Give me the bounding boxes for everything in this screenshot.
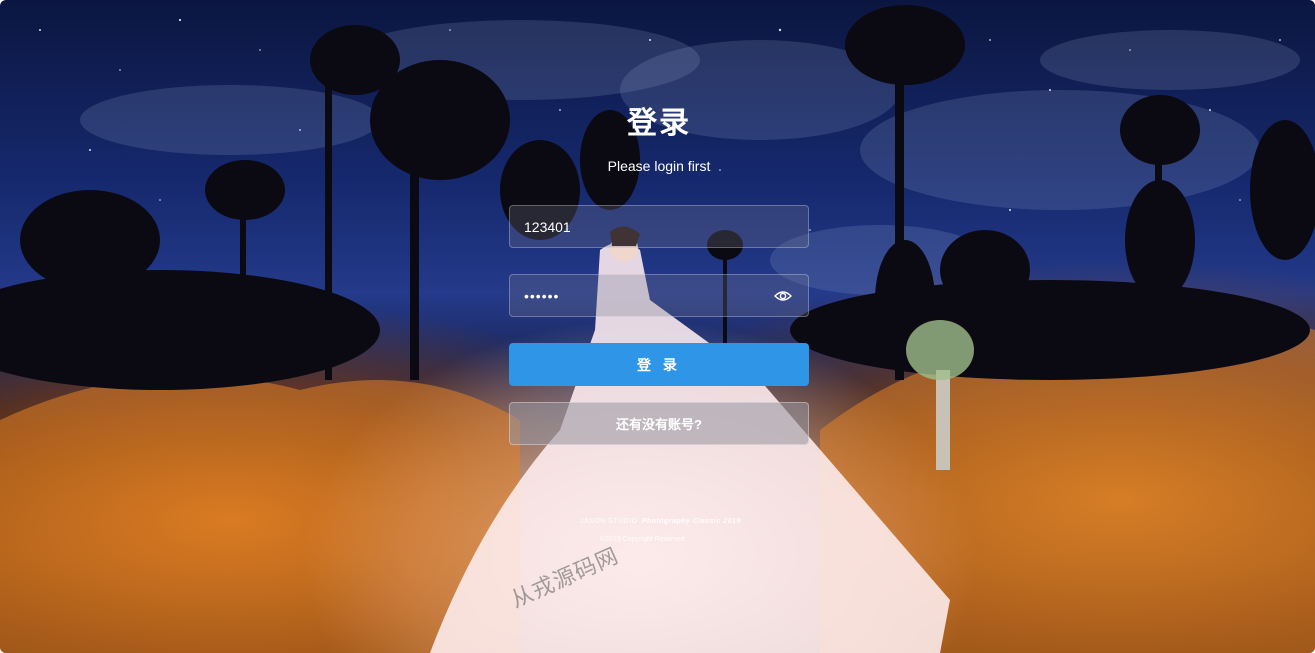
register-button[interactable]: 还有没有账号? <box>509 402 809 445</box>
page-title: 登录 <box>627 107 691 140</box>
password-input[interactable] <box>510 275 808 316</box>
login-panel: 登录 Please login first 登 录 还有没有账号? <box>509 100 809 445</box>
studio-suffix: Photography Classic 2019 <box>641 518 741 525</box>
studio-caption: JASON STUDIO Photography Classic 2019 <box>580 518 741 525</box>
studio-prefix: JASON STUDIO <box>580 518 638 525</box>
eye-icon[interactable] <box>774 289 792 303</box>
copyright-text: ©2019 Copyright Reserved <box>600 536 685 543</box>
password-field <box>509 274 809 317</box>
username-input[interactable] <box>510 206 808 247</box>
page-subtitle: Please login first <box>607 158 711 174</box>
login-button[interactable]: 登 录 <box>509 343 809 386</box>
login-page: 登录 Please login first 登 录 还有没有账号? JASON … <box>0 0 1315 653</box>
username-field <box>509 205 809 248</box>
